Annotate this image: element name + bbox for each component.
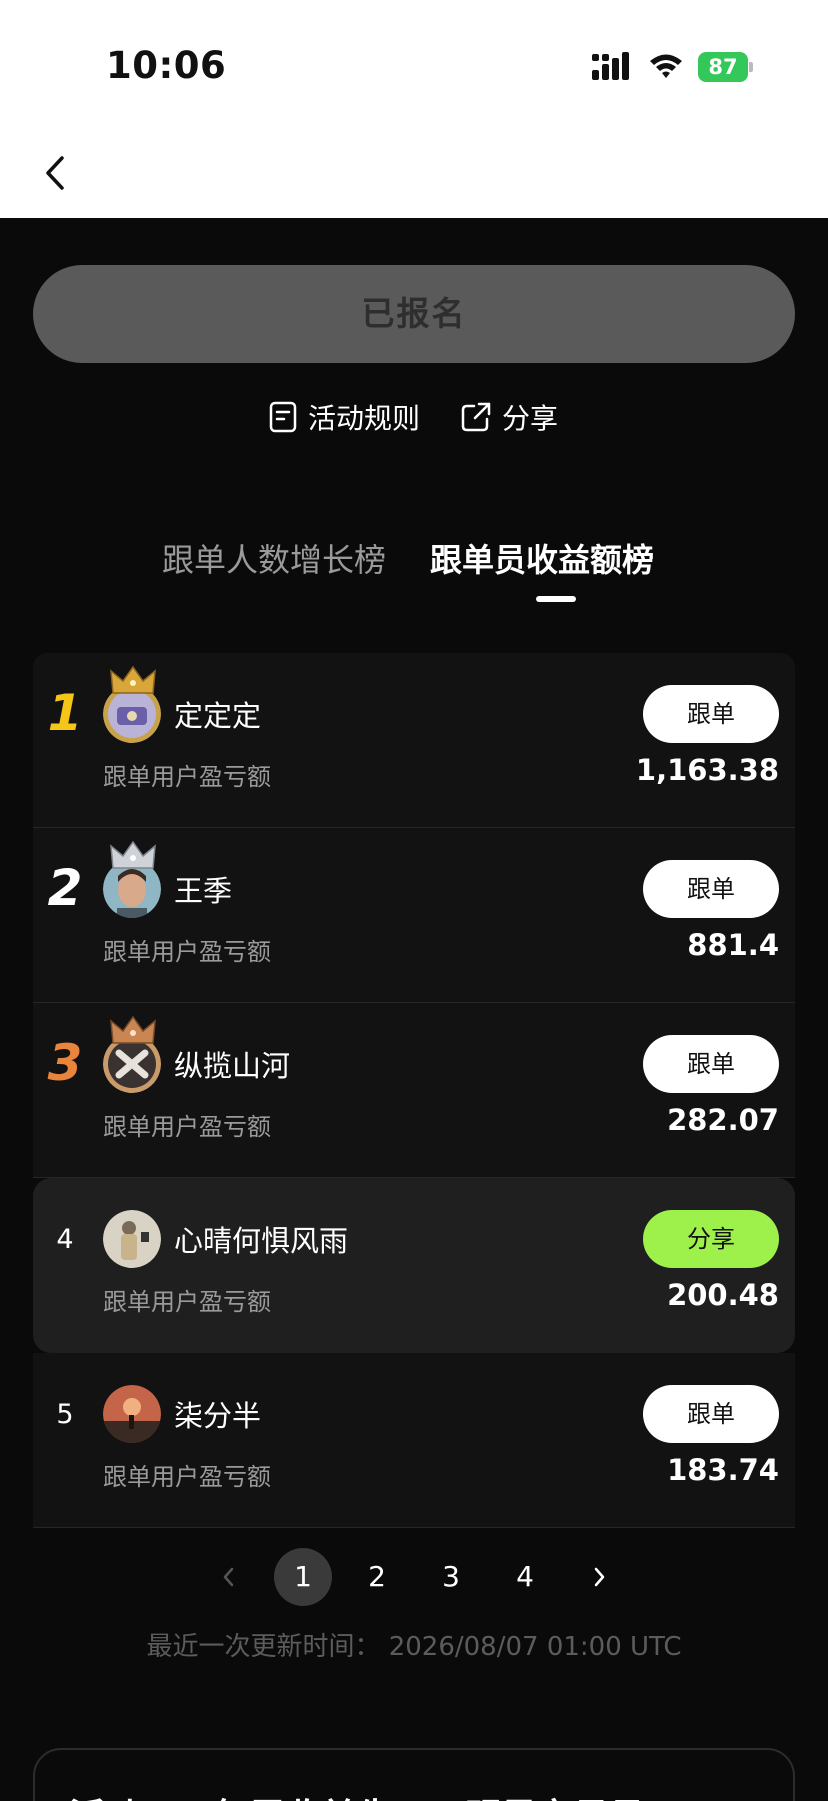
avatar[interactable] xyxy=(103,840,163,920)
follow-button[interactable]: 跟单 xyxy=(643,685,779,743)
metric-label: 跟单用户盈亏额 xyxy=(103,1113,271,1141)
follow-button[interactable]: 跟单 xyxy=(643,1035,779,1093)
rank-number: 5 xyxy=(56,1399,74,1430)
profit-amount: 282.07 xyxy=(667,1103,779,1137)
prev-page-chevron-icon[interactable] xyxy=(200,1548,258,1606)
action-links: 活动规则 分享 xyxy=(0,392,828,442)
leaderboard-row: 5 柒分半 跟单用户盈亏额 跟单 183.74 xyxy=(33,1353,795,1528)
avatar[interactable] xyxy=(103,665,163,745)
silver-crown-icon xyxy=(110,840,156,869)
status-bar: 10:06 87 xyxy=(0,0,828,130)
follow-button[interactable]: 跟单 xyxy=(643,1385,779,1443)
wifi-icon xyxy=(650,54,682,78)
document-icon xyxy=(269,401,297,433)
gold-crown-icon xyxy=(110,665,156,694)
leaderboard-row: 1 定定定 跟单用户盈亏额 跟单 1,163.38 xyxy=(33,653,795,828)
next-page-chevron-icon[interactable] xyxy=(570,1548,628,1606)
metric-label: 跟单用户盈亏额 xyxy=(103,1288,271,1316)
main-content: 已报名 活动规则 分享 跟单人数增长榜 跟单员收益额榜 1 定定定 跟单用户盈亏… xyxy=(0,218,828,1801)
metric-label: 跟单用户盈亏额 xyxy=(103,938,271,966)
avatar[interactable] xyxy=(103,1210,163,1270)
leaderboard-row: 3 纵揽山河 跟单用户盈亏额 跟单 282.07 xyxy=(33,1003,795,1178)
profit-amount: 200.48 xyxy=(667,1278,779,1312)
status-time: 10:06 xyxy=(106,44,227,87)
rank-number: 2 xyxy=(47,859,83,917)
avatar[interactable] xyxy=(103,1015,163,1095)
page-button-1[interactable]: 1 xyxy=(274,1548,332,1606)
avatar[interactable] xyxy=(103,1385,163,1445)
nav-bar xyxy=(0,130,828,218)
share-label: 分享 xyxy=(502,402,559,435)
bronze-crown-icon xyxy=(110,1015,156,1044)
rules-label: 活动规则 xyxy=(308,402,421,435)
user-avatar-image xyxy=(103,1385,161,1443)
rank-number: 4 xyxy=(56,1224,74,1255)
user-avatar-image xyxy=(103,1210,161,1268)
user-name: 纵揽山河 xyxy=(174,1049,291,1083)
profit-amount: 183.74 xyxy=(667,1453,779,1487)
user-name: 心晴何惧风雨 xyxy=(174,1224,349,1258)
promo-card[interactable]: 活动一：每周收益先天，明星交易员 xyxy=(33,1748,795,1801)
share-external-icon xyxy=(461,402,491,432)
metric-label: 跟单用户盈亏额 xyxy=(103,1463,271,1491)
pagination: 1 2 3 4 xyxy=(0,1548,828,1606)
my-leaderboard-row: 4 心晴何惧风雨 跟单用户盈亏额 分享 200.48 xyxy=(33,1178,795,1353)
user-name: 王季 xyxy=(174,874,233,908)
leaderboard-row: 2 王季 跟单用户盈亏额 跟单 881.4 xyxy=(33,828,795,1003)
cellular-signal-icon xyxy=(592,52,629,80)
user-name: 定定定 xyxy=(174,699,262,733)
rank-number: 3 xyxy=(47,1034,83,1092)
tab-follower-growth[interactable]: 跟单人数增长榜 xyxy=(162,536,386,584)
profit-amount: 881.4 xyxy=(687,928,779,962)
follow-button[interactable]: 跟单 xyxy=(643,860,779,918)
rules-link[interactable]: 活动规则 xyxy=(268,392,420,442)
active-tab-indicator xyxy=(536,596,576,602)
page-button-4[interactable]: 4 xyxy=(496,1548,554,1606)
share-link[interactable]: 分享 xyxy=(460,392,558,442)
promo-title: 活动一：每周收益先天，明星交易员 xyxy=(69,1788,645,1801)
tab-trader-profit[interactable]: 跟单员收益额榜 xyxy=(430,536,654,584)
profit-amount: 1,163.38 xyxy=(635,753,779,787)
leaderboard: 1 定定定 跟单用户盈亏额 跟单 1,163.38 2 王季 跟单用户盈亏额 跟… xyxy=(33,653,795,1528)
battery-icon: 87 xyxy=(698,52,754,82)
back-arrow-icon[interactable] xyxy=(36,148,76,198)
share-button[interactable]: 分享 xyxy=(643,1210,779,1268)
metric-label: 跟单用户盈亏额 xyxy=(103,763,271,791)
page-button-2[interactable]: 2 xyxy=(348,1548,406,1606)
registered-button[interactable]: 已报名 xyxy=(33,265,795,363)
user-name: 柒分半 xyxy=(174,1399,262,1433)
page-button-3[interactable]: 3 xyxy=(422,1548,480,1606)
battery-percent: 87 xyxy=(708,55,738,79)
rank-number: 1 xyxy=(47,684,83,742)
last-updated-time: 最近一次更新时间： 2026/08/07 01:00 UTC xyxy=(146,1632,682,1662)
